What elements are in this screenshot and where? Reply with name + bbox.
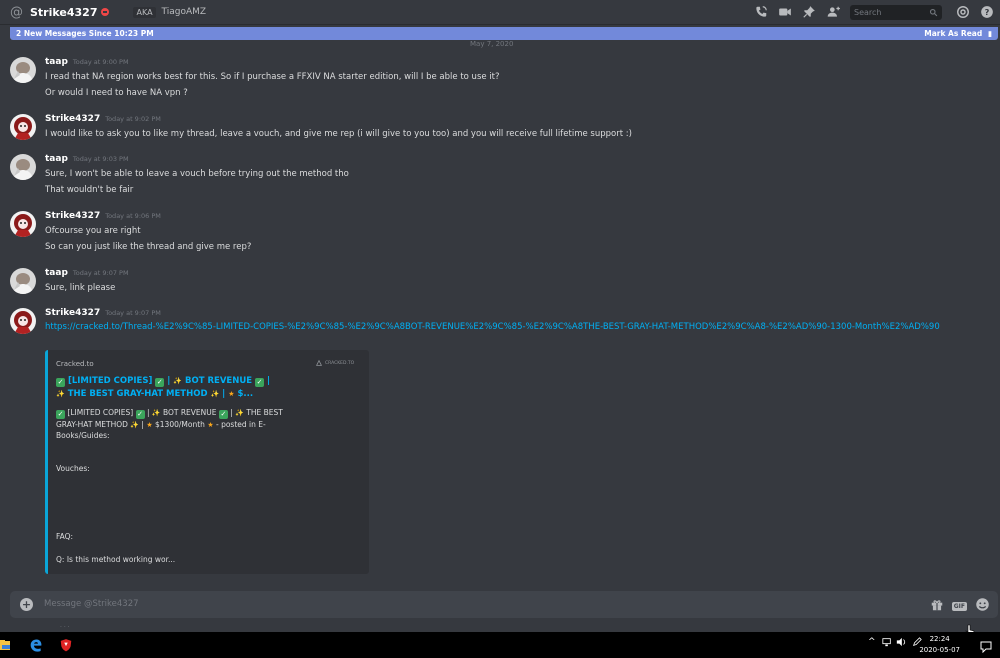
message-timestamp: Today at 9:02 PM xyxy=(105,115,161,123)
message-text: Ofcourse you are right xyxy=(45,226,141,236)
message-author[interactable]: Strike4327 Today at 9:06 PM xyxy=(45,211,161,221)
embed-description: Books/Guides: xyxy=(56,431,110,440)
notification-center-icon[interactable] xyxy=(980,638,992,657)
star-icon: ★ xyxy=(228,390,235,398)
embed-thumbnail[interactable]: CRACKED.TO xyxy=(315,358,355,368)
typing-indicator: · · · xyxy=(60,624,70,631)
network-icon[interactable] xyxy=(882,637,892,650)
message-timestamp: Today at 9:03 PM xyxy=(72,155,129,163)
embed-description: GRAY-HAT METHOD ✨ | ★ $1300/Month ★ - po… xyxy=(56,420,266,429)
sparkles-icon: ✨ xyxy=(210,390,220,398)
sparkles-icon: ✨ xyxy=(56,390,65,398)
embed-description: Vouches: xyxy=(56,464,90,473)
new-messages-label: 2 New Messages Since 10:23 PM xyxy=(16,29,154,38)
search-placeholder: Search xyxy=(854,7,882,17)
star-icon: ★ xyxy=(146,421,153,429)
embed-description: Q: Is this method working wor... xyxy=(56,555,176,564)
message-text: I would like to ask you to like my threa… xyxy=(45,129,632,139)
message-author[interactable]: Strike4327 Today at 9:07 PM xyxy=(45,308,161,318)
message-text: Sure, link please xyxy=(45,283,116,293)
message-author[interactable]: taap Today at 9:00 PM xyxy=(45,57,129,67)
sparkles-icon: ✨ xyxy=(151,409,161,417)
clock-time: 22:24 xyxy=(929,635,950,643)
mark-read-icon: ▮ xyxy=(987,29,992,38)
message-author[interactable]: taap Today at 9:07 PM xyxy=(45,268,129,278)
avatar[interactable] xyxy=(10,268,36,294)
aka-tag: AKA xyxy=(133,6,156,18)
star-icon: ★ xyxy=(207,421,214,429)
gift-icon[interactable] xyxy=(930,597,944,616)
message-timestamp: Today at 9:00 PM xyxy=(72,58,129,66)
sparkles-icon: ✨ xyxy=(235,409,244,417)
message-input[interactable]: Message @Strike4327 xyxy=(44,599,139,609)
voice-call-icon[interactable] xyxy=(752,3,770,21)
channel-name: Strike4327 xyxy=(30,5,98,19)
emoji-icon[interactable] xyxy=(975,597,990,616)
clock-date: 2020-05-07 xyxy=(919,646,960,654)
avatar[interactable] xyxy=(10,154,36,180)
message-timestamp: Today at 9:07 PM xyxy=(72,269,129,277)
mentions-icon[interactable] xyxy=(954,3,972,21)
tray-chevron-icon[interactable]: ^ xyxy=(868,637,876,647)
dnd-status-icon xyxy=(101,8,110,16)
date-divider: May 7, 2020 xyxy=(470,40,514,48)
at-sign-icon: @ xyxy=(10,4,23,20)
pin-icon[interactable] xyxy=(800,3,818,21)
message-composer: + Message @Strike4327 GIF xyxy=(10,591,998,618)
video-call-icon[interactable] xyxy=(776,3,794,21)
message-text: Sure, I won't be able to leave a vouch b… xyxy=(45,169,349,179)
check-mark-icon: ✓ xyxy=(135,410,145,419)
add-friend-icon[interactable] xyxy=(824,3,842,21)
header-toolbar: Search ? xyxy=(746,3,996,21)
embed-title[interactable]: ✓ [LIMITED COPIES] ✓ | ✨ BOT REVENUE ✓ |… xyxy=(56,375,296,401)
mark-as-read-button[interactable]: Mark As Read ▮ xyxy=(924,29,992,38)
link-embed: Cracked.to CRACKED.TO ✓ [LIMITED COPIES]… xyxy=(45,350,369,574)
message-timestamp: Today at 9:06 PM xyxy=(105,212,161,220)
volume-icon[interactable] xyxy=(896,637,906,650)
message-author[interactable]: taap Today at 9:03 PM xyxy=(45,154,129,164)
message-author[interactable]: Strike4327 Today at 9:02 PM xyxy=(45,114,161,124)
gif-button[interactable]: GIF xyxy=(951,602,967,611)
avatar[interactable] xyxy=(10,114,36,140)
message-text: Or would I need to have NA vpn ? xyxy=(45,88,188,98)
upload-plus-button[interactable]: + xyxy=(20,598,33,611)
check-mark-icon: ✓ xyxy=(155,378,165,387)
composer-tools: GIF xyxy=(922,597,990,616)
message-text: That wouldn't be fair xyxy=(45,185,134,195)
system-clock[interactable]: 22:24 2020-05-07 xyxy=(919,634,960,656)
check-mark-icon: ✓ xyxy=(56,410,65,419)
file-explorer-icon[interactable] xyxy=(0,636,12,654)
shield-app-icon[interactable] xyxy=(56,636,76,654)
avatar[interactable] xyxy=(10,211,36,237)
avatar[interactable] xyxy=(10,308,36,334)
windows-taskbar: ^ 22:24 2020-05-07 xyxy=(0,632,1000,658)
search-input[interactable]: Search xyxy=(850,4,942,22)
sparkles-icon: ✨ xyxy=(130,421,140,429)
aka-name: TiagoAMZ xyxy=(161,7,207,17)
edge-browser-icon[interactable] xyxy=(26,636,46,654)
cracked-logo-icon xyxy=(315,359,323,366)
check-mark-icon: ✓ xyxy=(56,378,65,387)
message-link[interactable]: https://cracked.to/Thread-%E2%9C%85-LIMI… xyxy=(45,321,945,334)
embed-provider[interactable]: Cracked.to xyxy=(56,360,94,368)
check-mark-icon: ✓ xyxy=(218,410,228,419)
message-timestamp: Today at 9:07 PM xyxy=(105,309,161,317)
check-mark-icon: ✓ xyxy=(255,378,265,387)
message-text: I read that NA region works best for thi… xyxy=(45,72,500,82)
sparkles-icon: ✨ xyxy=(173,377,183,385)
channel-header: @ Strike4327 AKA TiagoAMZ Search ? xyxy=(0,0,1000,25)
svg-text:?: ? xyxy=(985,7,990,17)
avatar[interactable] xyxy=(10,57,36,83)
discord-window: @ Strike4327 AKA TiagoAMZ Search ? 2 New… xyxy=(0,0,1000,658)
message-text: So can you just like the thread and give… xyxy=(45,242,252,252)
embed-description: FAQ: xyxy=(56,532,74,541)
help-icon[interactable]: ? xyxy=(978,3,996,21)
search-icon xyxy=(929,7,938,22)
embed-description: ✓ [LIMITED COPIES] ✓ | ✨ BOT REVENUE ✓ |… xyxy=(56,408,283,419)
new-messages-bar[interactable]: 2 New Messages Since 10:23 PM Mark As Re… xyxy=(10,27,998,40)
